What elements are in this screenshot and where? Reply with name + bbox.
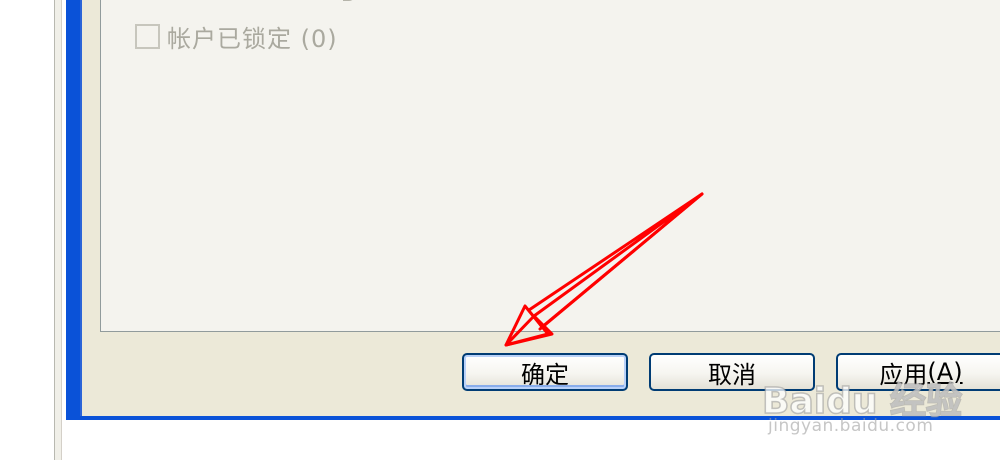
screenshot-stage: 帐户已锁定 (0) 确定 取消 应用 (A) Baidu 经验 jingyan.b…	[0, 0, 1000, 460]
apply-button[interactable]: 应用 (A)	[836, 353, 1000, 391]
properties-dialog: 帐户已锁定 (0) 确定 取消 应用 (A)	[66, 0, 1000, 420]
cancel-button[interactable]: 取消	[649, 353, 815, 391]
dialog-body: 帐户已锁定 (0) 确定 取消 应用 (A)	[80, 0, 1000, 416]
ok-button[interactable]: 确定	[462, 353, 628, 391]
options-panel: 帐户已锁定 (0)	[100, 0, 1000, 332]
account-locked-option: 帐户已锁定 (0)	[135, 21, 338, 53]
account-locked-checkbox	[135, 23, 160, 49]
clipped-label-fragment	[343, 0, 355, 1]
apply-button-mnemonic: (A)	[927, 358, 963, 386]
bottom-background	[62, 420, 1000, 460]
cancel-button-label: 取消	[708, 360, 756, 389]
background-window-edge	[54, 0, 62, 460]
apply-button-label: 应用	[879, 360, 928, 389]
ok-button-label: 确定	[521, 360, 569, 389]
account-locked-label: 帐户已锁定 (0)	[167, 24, 338, 53]
